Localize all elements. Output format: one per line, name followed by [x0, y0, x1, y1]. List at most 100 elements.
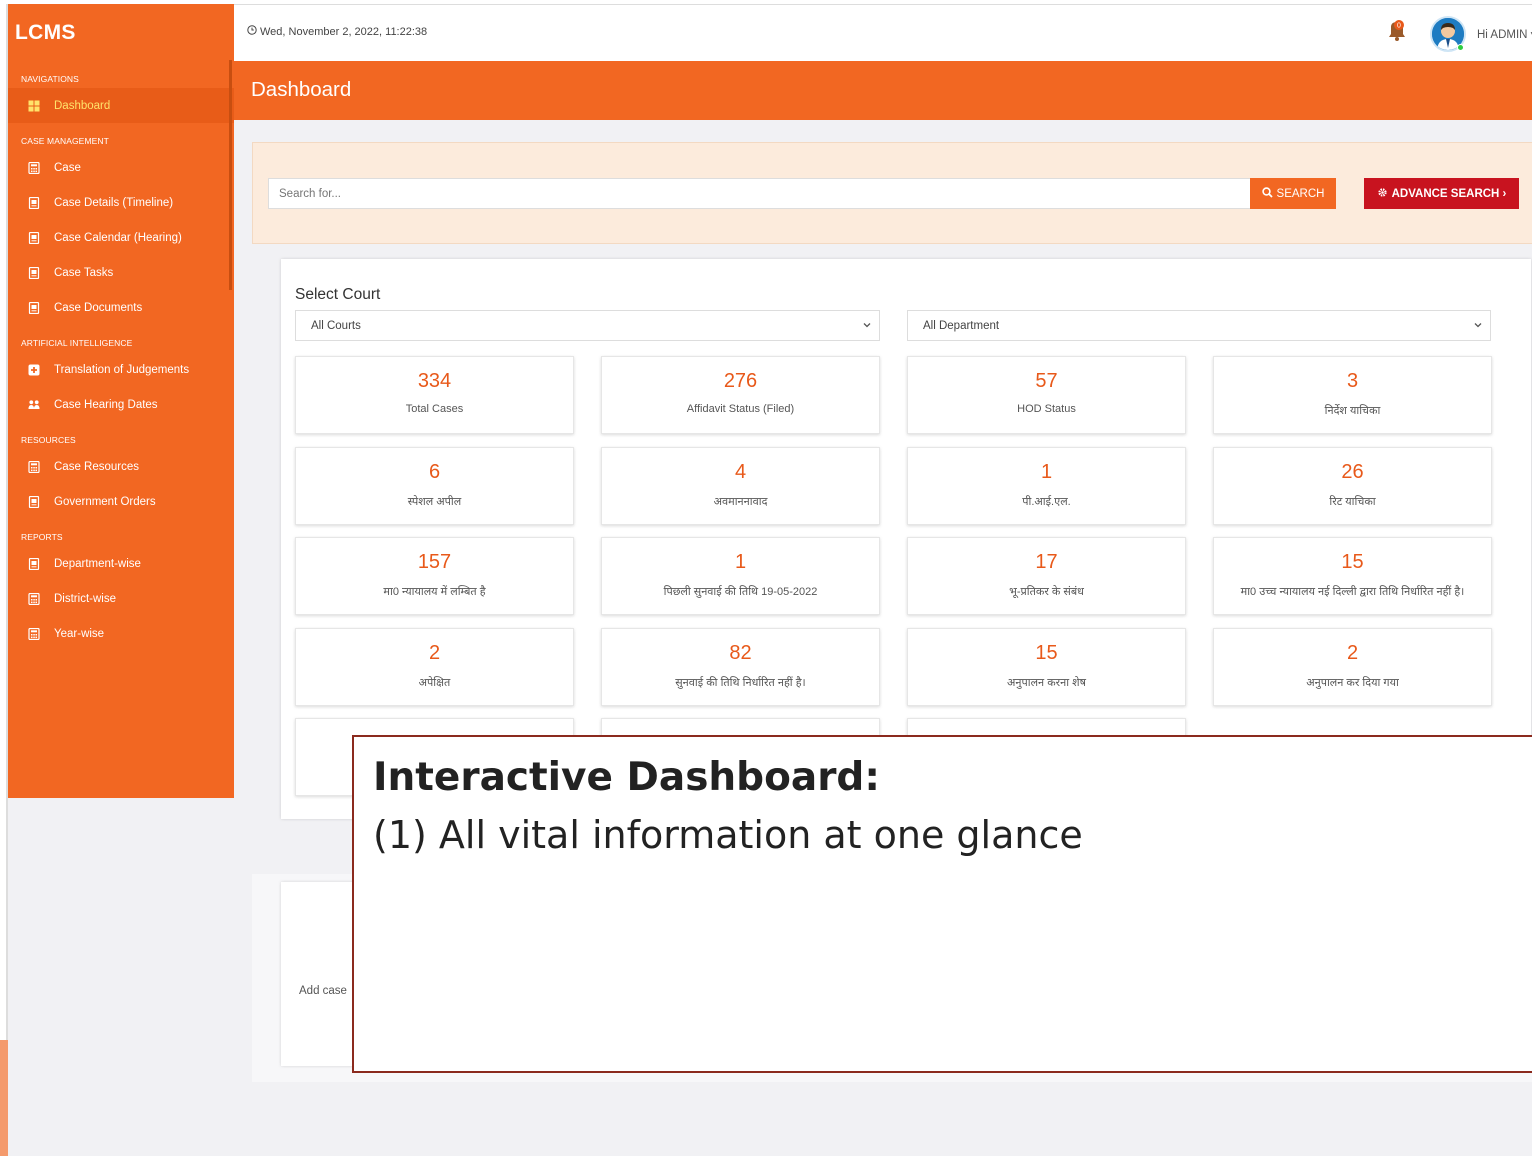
sidebar-item-dashboard[interactable]: Dashboard [8, 88, 234, 123]
document-icon [28, 301, 40, 314]
advance-search-button[interactable]: ADVANCE SEARCH › [1364, 178, 1519, 209]
user-menu[interactable]: Hi ADMIN ▾ [1477, 27, 1532, 41]
sidebar-item-translation-of-judgements[interactable]: Translation of Judgements [8, 352, 234, 387]
sidebar-item-case[interactable]: Case [8, 150, 234, 185]
stat-label: HOD Status [1017, 403, 1076, 415]
sidebar-item-label: District-wise [54, 592, 116, 605]
sidebar-item-label: Dashboard [54, 99, 111, 112]
department-select-value: All Department [923, 319, 1000, 332]
sidebar-item-label: Case Tasks [54, 266, 114, 279]
notification-count: 0 [1397, 23, 1401, 30]
clock-icon [247, 25, 260, 38]
sidebar-section-title: RESOURCES [21, 435, 76, 445]
sidebar-item-label: Case Hearing Dates [54, 398, 158, 411]
sidebar-item-label: Case Documents [54, 301, 143, 314]
left-accent-strip [0, 1040, 8, 1156]
sidebar-item-case-resources[interactable]: Case Resources [8, 449, 234, 484]
sidebar-item-label: Department-wise [54, 557, 141, 570]
sidebar-item-case-details-timeline[interactable]: Case Details (Timeline) [8, 185, 234, 220]
add-case-link[interactable]: Add case [299, 985, 347, 997]
stat-card[interactable]: 1 पी.आई.एल. [907, 446, 1186, 525]
brand-logo[interactable]: LCMS [8, 4, 234, 61]
sidebar-item-year-wise[interactable]: Year-wise [8, 616, 234, 651]
stat-value: 3 [1346, 370, 1359, 392]
app-window: LCMS NAVIGATIONS Dashboard CASE MANAGEMENT… [6, 4, 1532, 1156]
sidebar-item-department-wise[interactable]: Department-wise [8, 546, 234, 581]
sidebar-item-case-documents[interactable]: Case Documents [8, 290, 234, 325]
sidebar-scrollbar[interactable] [229, 60, 232, 290]
stat-label: अपेक्षित [418, 676, 451, 689]
stat-value: 157 [417, 551, 452, 573]
gear-icon [1377, 187, 1392, 201]
stat-card[interactable]: 26 रिट याचिका [1213, 446, 1492, 525]
stat-card[interactable]: 57 HOD Status [907, 356, 1186, 434]
grid-icon [28, 100, 40, 112]
stat-label: स्पेशल अपील [407, 495, 462, 508]
callout-line: (1) All vital information at one glance [373, 813, 1083, 857]
sidebar-item-case-tasks[interactable]: Case Tasks [8, 255, 234, 290]
search-button[interactable]: SEARCH [1250, 178, 1336, 209]
stat-card[interactable]: 1 पिछली सुनवाई की तिथि 19-05-2022 [601, 537, 880, 615]
stat-label: Affidavit Status (Filed) [686, 403, 795, 415]
stat-label: अनुपालन करना शेष [1006, 676, 1087, 689]
stat-label: अनुपालन कर दिया गया [1306, 676, 1399, 689]
sidebar-item-case-calendar-hearing[interactable]: Case Calendar (Hearing) [8, 220, 234, 255]
select-court-title: Select Court [295, 286, 381, 303]
stat-value: 334 [417, 370, 452, 392]
calculator-icon [28, 592, 40, 605]
stat-card[interactable]: 4 अवमाननावाद [601, 446, 880, 525]
stat-label: भू-प्रतिकर के संबंध [1009, 586, 1084, 598]
stat-card[interactable]: 3 निर्देश याचिका [1213, 356, 1492, 434]
stat-value: 57 [1035, 370, 1058, 392]
stat-value: 2 [428, 641, 441, 664]
stat-value: 2 [1346, 641, 1359, 664]
sidebar-item-label: Government Orders [54, 495, 156, 508]
stat-value: 17 [1035, 551, 1058, 573]
plus-square-icon [28, 364, 40, 376]
document-icon [28, 231, 40, 244]
stat-label: रिट याचिका [1329, 495, 1376, 508]
search-icon [1261, 186, 1277, 201]
stat-card[interactable]: 15 अनुपालन करना शेष [907, 627, 1186, 706]
sidebar-item-label: Case Calendar (Hearing) [54, 231, 182, 244]
stat-card[interactable]: 157 मा0 न्यायालय में लम्बित है [295, 537, 574, 615]
stat-label: पी.आई.एल. [1022, 495, 1071, 508]
callout-title: Interactive Dashboard: [373, 755, 880, 800]
document-icon [28, 266, 40, 279]
calculator-icon [28, 460, 40, 473]
sidebar-item-label: Case Resources [54, 460, 140, 473]
court-select[interactable]: All Courts [295, 310, 880, 341]
calculator-icon [28, 161, 40, 174]
stat-card[interactable]: 15 मा0 उच्च न्यायालय नई दिल्ली द्वारा तिथ… [1213, 537, 1492, 615]
stat-card[interactable]: 334 Total Cases [295, 356, 574, 434]
stat-card[interactable]: 82 सुनवाई की तिथि निर्धारित नहीं है। [601, 627, 880, 706]
stat-card[interactable]: 2 अनुपालन कर दिया गया [1213, 627, 1492, 706]
sidebar-item-district-wise[interactable]: District-wise [8, 581, 234, 616]
stat-card[interactable]: 2 अपेक्षित [295, 627, 574, 706]
caret-down-icon: ▾ [1527, 29, 1532, 41]
sidebar-section-title: CASE MANAGEMENT [21, 136, 109, 146]
document-icon [28, 557, 40, 570]
chevron-down-icon [862, 320, 872, 333]
stat-label: मा0 न्यायालय में लम्बित है [383, 586, 486, 598]
sidebar-item-government-orders[interactable]: Government Orders [8, 484, 234, 519]
search-input[interactable] [268, 178, 1251, 209]
sidebar-item-case-hearing-dates[interactable]: Case Hearing Dates [8, 387, 234, 422]
sidebar-item-label: Year-wise [54, 627, 105, 640]
sidebar-nav: NAVIGATIONS Dashboard CASE MANAGEMENT Case C… [8, 73, 234, 651]
sidebar-item-label: Case [54, 161, 81, 174]
stat-label: मा0 उच्च न्यायालय नई दिल्ली द्वारा तिथि … [1240, 586, 1465, 598]
stat-card[interactable]: 276 Affidavit Status (Filed) [601, 356, 880, 434]
user-greeting: Hi ADMIN [1477, 29, 1528, 41]
stat-card[interactable]: 6 स्पेशल अपील [295, 446, 574, 525]
notification-bell-icon[interactable]: 0 [1388, 19, 1406, 43]
stat-label: अवमाननावाद [713, 495, 768, 508]
stat-value: 6 [428, 460, 441, 483]
department-select[interactable]: All Department [907, 310, 1491, 341]
stat-value: 15 [1035, 641, 1058, 664]
datetime-text: Wed, November 2, 2022, 11:22:38 [260, 25, 428, 38]
advance-search-label: ADVANCE SEARCH › [1391, 187, 1507, 200]
stat-card[interactable]: 17 भू-प्रतिकर के संबंध [907, 537, 1186, 615]
stat-label: Total Cases [405, 403, 464, 415]
sidebar-item-label: Translation of Judgements [54, 363, 190, 376]
